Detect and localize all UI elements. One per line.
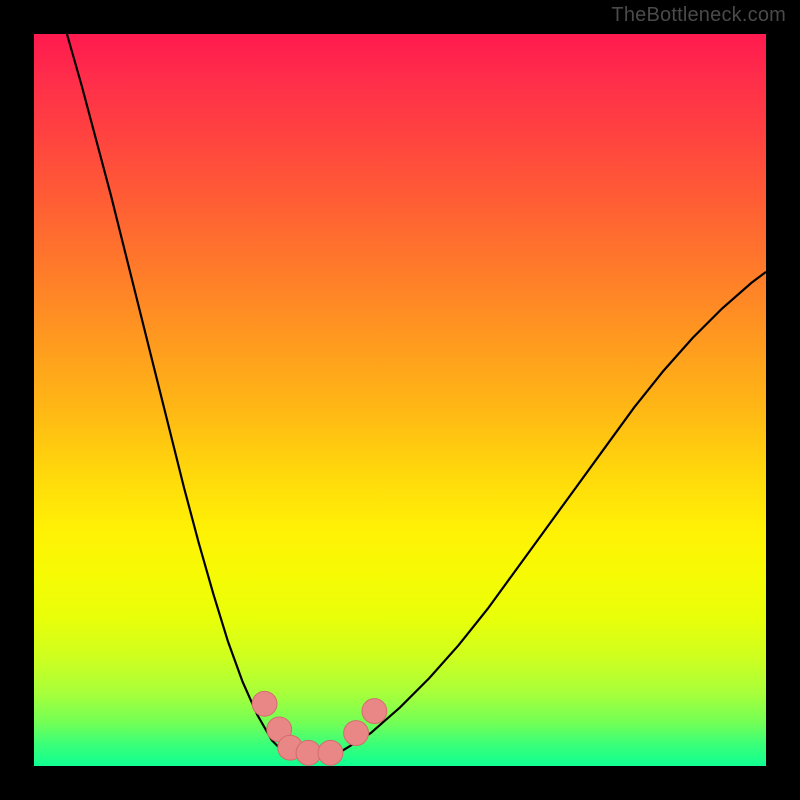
- chart-frame: TheBottleneck.com: [0, 0, 800, 800]
- curve-group: [67, 34, 766, 755]
- curve-svg: [34, 34, 766, 766]
- dot-left-1: [252, 691, 277, 716]
- dot-right-1: [344, 721, 369, 746]
- left-branch-path: [67, 34, 283, 751]
- dot-bottom-2: [318, 740, 343, 765]
- watermark-text: TheBottleneck.com: [611, 4, 786, 27]
- dot-right-2: [362, 699, 387, 724]
- right-branch-path: [341, 272, 766, 751]
- dot-bottom-1: [296, 740, 321, 765]
- plot-area: [34, 34, 766, 766]
- marker-group: [252, 691, 387, 765]
